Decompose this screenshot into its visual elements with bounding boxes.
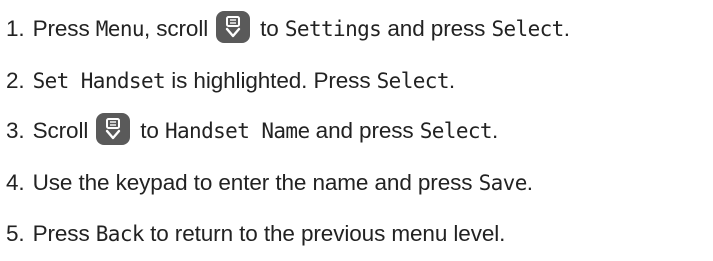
back-key-label: Back [95, 222, 145, 246]
step-number: 2. [6, 68, 25, 93]
step-text: Press [32, 16, 96, 41]
menu-key-label: Menu [95, 17, 145, 41]
save-key-label: Save [478, 171, 528, 195]
up-down-scroll-key-icon [96, 113, 131, 145]
step-text: Scroll [32, 118, 89, 143]
select-key-label: Select [419, 119, 493, 143]
step-text: to [260, 16, 285, 41]
step-text: and press [309, 118, 420, 143]
settings-menu-label: Settings [284, 17, 382, 41]
handset-name-menu-label: Handset Name [164, 119, 310, 143]
step-3: 3. Scroll to Handset Name and press Sele… [6, 111, 498, 151]
select-key-label: Select [376, 69, 450, 93]
instruction-steps: 1. Press Menu , scroll to Settings and p… [0, 0, 713, 261]
step-text: is highlighted. Press [165, 68, 377, 93]
step-text: to return to the previous menu level. [143, 221, 506, 246]
step-text: and press [381, 16, 492, 41]
step-number: 3. [6, 118, 25, 143]
step-text: . [526, 170, 533, 195]
step-number: 1. [6, 16, 25, 41]
step-text: . [491, 118, 499, 143]
step-text: Use the keypad to enter the name and pre… [32, 170, 479, 195]
step-text: Press [32, 221, 96, 246]
step-number: 4. [6, 170, 25, 195]
up-down-scroll-key-icon [216, 11, 251, 43]
step-4: 4. Use the keypad to enter the name and … [6, 163, 533, 203]
set-handset-menu-label: Set Handset [32, 69, 166, 93]
step-5: 5. Press Back to return to the previous … [6, 214, 505, 254]
select-key-label: Select [491, 17, 564, 41]
step-text: . [448, 68, 456, 93]
step-number: 5. [6, 221, 25, 246]
step-1: 1. Press Menu , scroll to Settings and p… [6, 9, 570, 49]
step-text: to [140, 118, 165, 143]
step-text: , scroll [143, 16, 209, 41]
step-text: . [563, 16, 570, 41]
step-2: 2. Set Handset is highlighted. Press Sel… [6, 61, 455, 101]
